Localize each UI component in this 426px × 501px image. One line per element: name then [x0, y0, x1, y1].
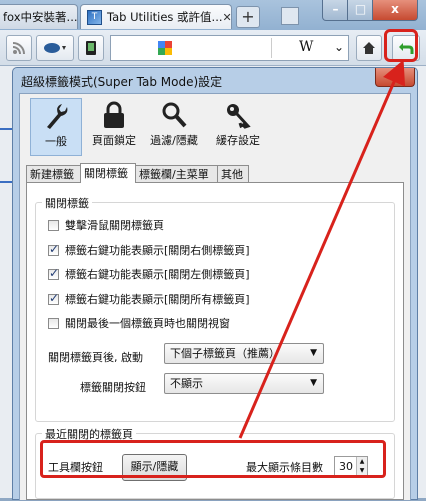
annotation-arrow	[0, 0, 426, 498]
arrow-line	[240, 68, 400, 438]
tab-close-tab[interactable]: 關閉標籤	[80, 163, 136, 183]
